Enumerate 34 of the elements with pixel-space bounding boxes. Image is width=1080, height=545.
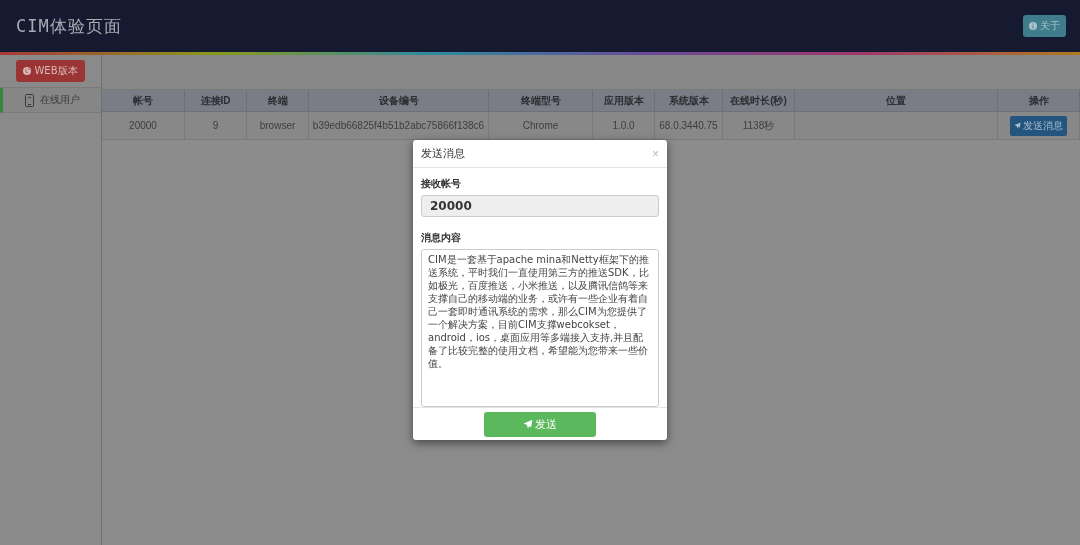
column-header: 连接ID: [185, 90, 247, 112]
table-cell: 1138秒: [723, 112, 795, 140]
column-header: 终端: [247, 90, 309, 112]
web-version-button[interactable]: WEB版本: [16, 60, 85, 82]
field-label: 接收帐号: [421, 177, 462, 191]
paper-plane-icon: [523, 419, 533, 429]
app-title: CIM体验页面: [16, 14, 122, 38]
column-header: 应用版本: [593, 90, 655, 112]
sidebar-item[interactable]: 在线用户: [0, 88, 101, 113]
table-cell: browser: [247, 112, 309, 140]
column-header: 在线时长(秒): [723, 90, 795, 112]
field-label: 消息内容: [421, 231, 462, 245]
info-icon: [1029, 22, 1037, 30]
table-cell: 20000: [102, 112, 185, 140]
table-cell: b39edb66825f4b51b2abc75866f138c6: [309, 112, 489, 140]
column-header: 位置: [795, 90, 998, 112]
column-header: 设备编号: [309, 90, 489, 112]
table-cell: 68.0.3440.75: [655, 112, 723, 140]
message-field[interactable]: CIM是一套基于apache mina和Netty框架下的推送系统，平时我们一直使用第三方的推送SDK，比如极光，百度推送，小米推送，以及腾讯信鸽等来支撑自己的移动端的业务，或许有一些企业有着自己一套即时通讯系统的需求，那么CIM为您提供了一个解决方案，目前CIM支撑webcokset，android，ios，桌面应用等多端接入支持,并且配备了比较完整的使用文档，希望能为您带来一些价值。: [421, 249, 659, 407]
globe-icon: [23, 67, 32, 75]
paper-plane-icon: [1014, 122, 1021, 129]
dialog-title: 发送消息: [421, 146, 465, 161]
column-header: 操作: [998, 90, 1080, 112]
account-field[interactable]: 20000: [421, 195, 659, 217]
table-cell: 1.0.0: [593, 112, 655, 140]
column-header: 终端型号: [489, 90, 593, 112]
table-cell: Chrome: [489, 112, 593, 140]
about-button[interactable]: 关于: [1023, 15, 1066, 37]
column-header: 帐号: [102, 90, 185, 112]
send-message-button[interactable]: 发送消息: [1010, 115, 1067, 136]
phone-icon: [24, 93, 34, 107]
table-cell: 9: [185, 112, 247, 140]
column-header: 系统版本: [655, 90, 723, 112]
send-button[interactable]: 发送: [484, 411, 596, 437]
